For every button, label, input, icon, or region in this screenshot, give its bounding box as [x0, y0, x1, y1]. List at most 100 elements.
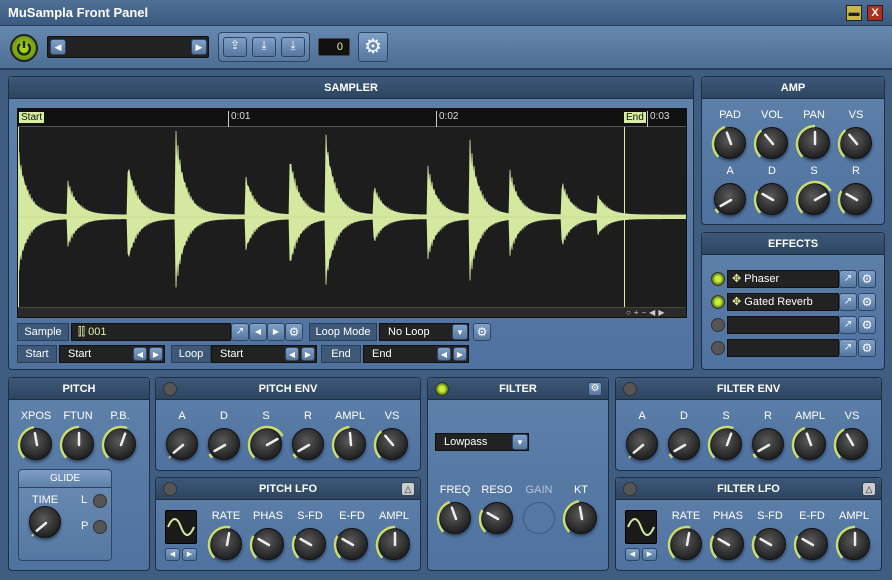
filter-type-select[interactable]: Lowpass ▼: [435, 433, 529, 451]
effect-open-button[interactable]: ↗: [839, 339, 857, 357]
filter-lfo-waveform-display[interactable]: [625, 510, 657, 544]
plfo-knobs-ampl-knob[interactable]: [375, 525, 410, 560]
amp-env-s-knob[interactable]: [795, 180, 832, 215]
filter-settings-button[interactable]: ⚙: [588, 382, 602, 396]
loop-mode-select[interactable]: No Loop ▼: [379, 323, 469, 341]
effect-settings-button[interactable]: ⚙: [858, 316, 876, 334]
effect-name-field[interactable]: [727, 316, 839, 334]
sample-open-button[interactable]: ↗: [231, 323, 249, 341]
import-button[interactable]: ⤓: [281, 37, 305, 57]
zoom-controls[interactable]: ○+−◀▶: [626, 308, 667, 317]
amp-env-a-knob[interactable]: [714, 183, 746, 215]
start-next-button[interactable]: ▶: [149, 347, 163, 361]
effect-settings-button[interactable]: ⚙: [858, 270, 876, 288]
filter-power-toggle[interactable]: [435, 382, 449, 396]
glide-l-toggle[interactable]: [93, 494, 107, 508]
effect-name-field[interactable]: [727, 339, 839, 357]
load-up-button[interactable]: ⇪: [223, 37, 247, 57]
fenv-knobs-s-knob[interactable]: [707, 425, 742, 460]
preset-next-button[interactable]: ▶: [191, 39, 207, 55]
effect-power-toggle[interactable]: [711, 295, 725, 309]
amp-knobs-pan-knob[interactable]: [795, 124, 830, 159]
filter-reso-knob[interactable]: [478, 502, 513, 534]
minimize-button[interactable]: ▬: [846, 5, 862, 21]
penv-knobs-vs-knob[interactable]: [373, 428, 408, 460]
filter-lfo-prev-wave[interactable]: ◀: [625, 548, 640, 561]
sample-field[interactable]: ⫿⫿ 001: [71, 323, 231, 341]
close-button[interactable]: X: [867, 5, 883, 21]
flfo-knobs-rate-knob[interactable]: [667, 525, 702, 560]
end-marker[interactable]: End: [624, 112, 646, 123]
flfo-knobs-efd-knob[interactable]: [793, 528, 828, 560]
power-button[interactable]: [10, 34, 38, 62]
loop-settings-button[interactable]: ⚙: [473, 323, 491, 341]
pitch-lfo-retrigger-button[interactable]: △: [401, 482, 415, 496]
fenv-knobs-r-knob[interactable]: [752, 428, 784, 460]
filter-freq-knob[interactable]: [436, 500, 471, 534]
end-prev-button[interactable]: ◀: [437, 347, 451, 361]
effect-open-button[interactable]: ↗: [839, 270, 857, 288]
pitch-knobs-pb-knob[interactable]: [101, 425, 136, 460]
sample-next-button[interactable]: ▶: [267, 323, 285, 341]
penv-knobs-d-knob[interactable]: [208, 428, 240, 460]
amp-knobs-vol-knob[interactable]: [753, 127, 788, 159]
pitch-knobs-xpos-knob[interactable]: [17, 426, 52, 460]
loop-next-button[interactable]: ▶: [301, 347, 315, 361]
filter-lfo-next-wave[interactable]: ▶: [642, 548, 657, 561]
amp-env-r-knob[interactable]: [837, 183, 872, 215]
effect-power-toggle[interactable]: [711, 272, 725, 286]
pitch-lfo-waveform-display[interactable]: [165, 510, 197, 544]
pitch-knobs-ftun-knob[interactable]: [59, 425, 94, 460]
fenv-knobs-vs-knob[interactable]: [833, 428, 868, 460]
amp-knobs-vs-knob[interactable]: [837, 127, 872, 159]
penv-knobs-s-knob[interactable]: [247, 425, 284, 460]
penv-knobs-ampl-knob[interactable]: [331, 425, 366, 460]
effect-power-toggle[interactable]: [711, 341, 725, 355]
amp-knobs-pad-knob[interactable]: [711, 125, 746, 159]
fenv-knobs-d-knob[interactable]: [668, 428, 700, 460]
effect-name-field[interactable]: ✥ Gated Reverb: [727, 293, 839, 311]
penv-knobs-r-knob[interactable]: [292, 428, 324, 460]
fenv-knobs-ampl-knob[interactable]: [791, 426, 826, 460]
penv-knobs-a-knob[interactable]: [166, 428, 198, 460]
filter-lfo-retrigger-button[interactable]: △: [862, 482, 876, 496]
effect-open-button[interactable]: ↗: [839, 293, 857, 311]
glide-p-toggle[interactable]: [93, 520, 107, 534]
preset-prev-button[interactable]: ◀: [50, 39, 66, 55]
filter-lfo-power-toggle[interactable]: [623, 482, 637, 496]
flfo-knobs-ampl-knob[interactable]: [835, 525, 870, 560]
glide-time-knob[interactable]: [29, 506, 61, 538]
effect-settings-button[interactable]: ⚙: [858, 339, 876, 357]
amp-env-d-knob[interactable]: [753, 183, 788, 215]
flfo-knobs-phas-knob[interactable]: [709, 528, 744, 560]
settings-button[interactable]: ⚙: [358, 32, 388, 62]
waveform-scrollbar[interactable]: ○+−◀▶: [18, 307, 686, 317]
pitch-lfo-power-toggle[interactable]: [163, 482, 177, 496]
effect-open-button[interactable]: ↗: [839, 316, 857, 334]
filter-env-panel: FILTER ENV A D S R AMPL VS: [615, 377, 882, 471]
plfo-knobs-sfd-knob[interactable]: [291, 528, 326, 560]
save-down-button[interactable]: ⤓: [252, 37, 276, 57]
filter-env-power-toggle[interactable]: [623, 382, 637, 396]
fenv-knobs-a-knob[interactable]: [626, 428, 658, 460]
start-marker[interactable]: Start: [19, 112, 45, 123]
effect-settings-button[interactable]: ⚙: [858, 293, 876, 311]
plfo-knobs-phas-knob[interactable]: [249, 528, 284, 560]
flfo-knobs-sfd-knob[interactable]: [751, 528, 786, 560]
preset-selector[interactable]: ◀ ▶: [47, 36, 209, 58]
effect-name-field[interactable]: ✥ Phaser: [727, 270, 839, 288]
end-next-button[interactable]: ▶: [453, 347, 467, 361]
sample-prev-button[interactable]: ◀: [249, 323, 267, 341]
loop-prev-button[interactable]: ◀: [285, 347, 299, 361]
effect-power-toggle[interactable]: [711, 318, 725, 332]
sample-settings-button[interactable]: ⚙: [285, 323, 303, 341]
start-prev-button[interactable]: ◀: [133, 347, 147, 361]
plfo-knobs-rate-knob[interactable]: [207, 525, 242, 560]
filter-kt-knob[interactable]: [562, 500, 597, 534]
glide-section: GLIDE TIME L P: [18, 469, 112, 561]
pitch-lfo-prev-wave[interactable]: ◀: [165, 548, 180, 561]
pitch-env-power-toggle[interactable]: [163, 382, 177, 396]
pitch-lfo-next-wave[interactable]: ▶: [182, 548, 197, 561]
plfo-knobs-efd-knob[interactable]: [333, 528, 368, 560]
waveform-display[interactable]: Start 0:01 0:02 0:03 End ○+−◀▶: [17, 108, 687, 318]
